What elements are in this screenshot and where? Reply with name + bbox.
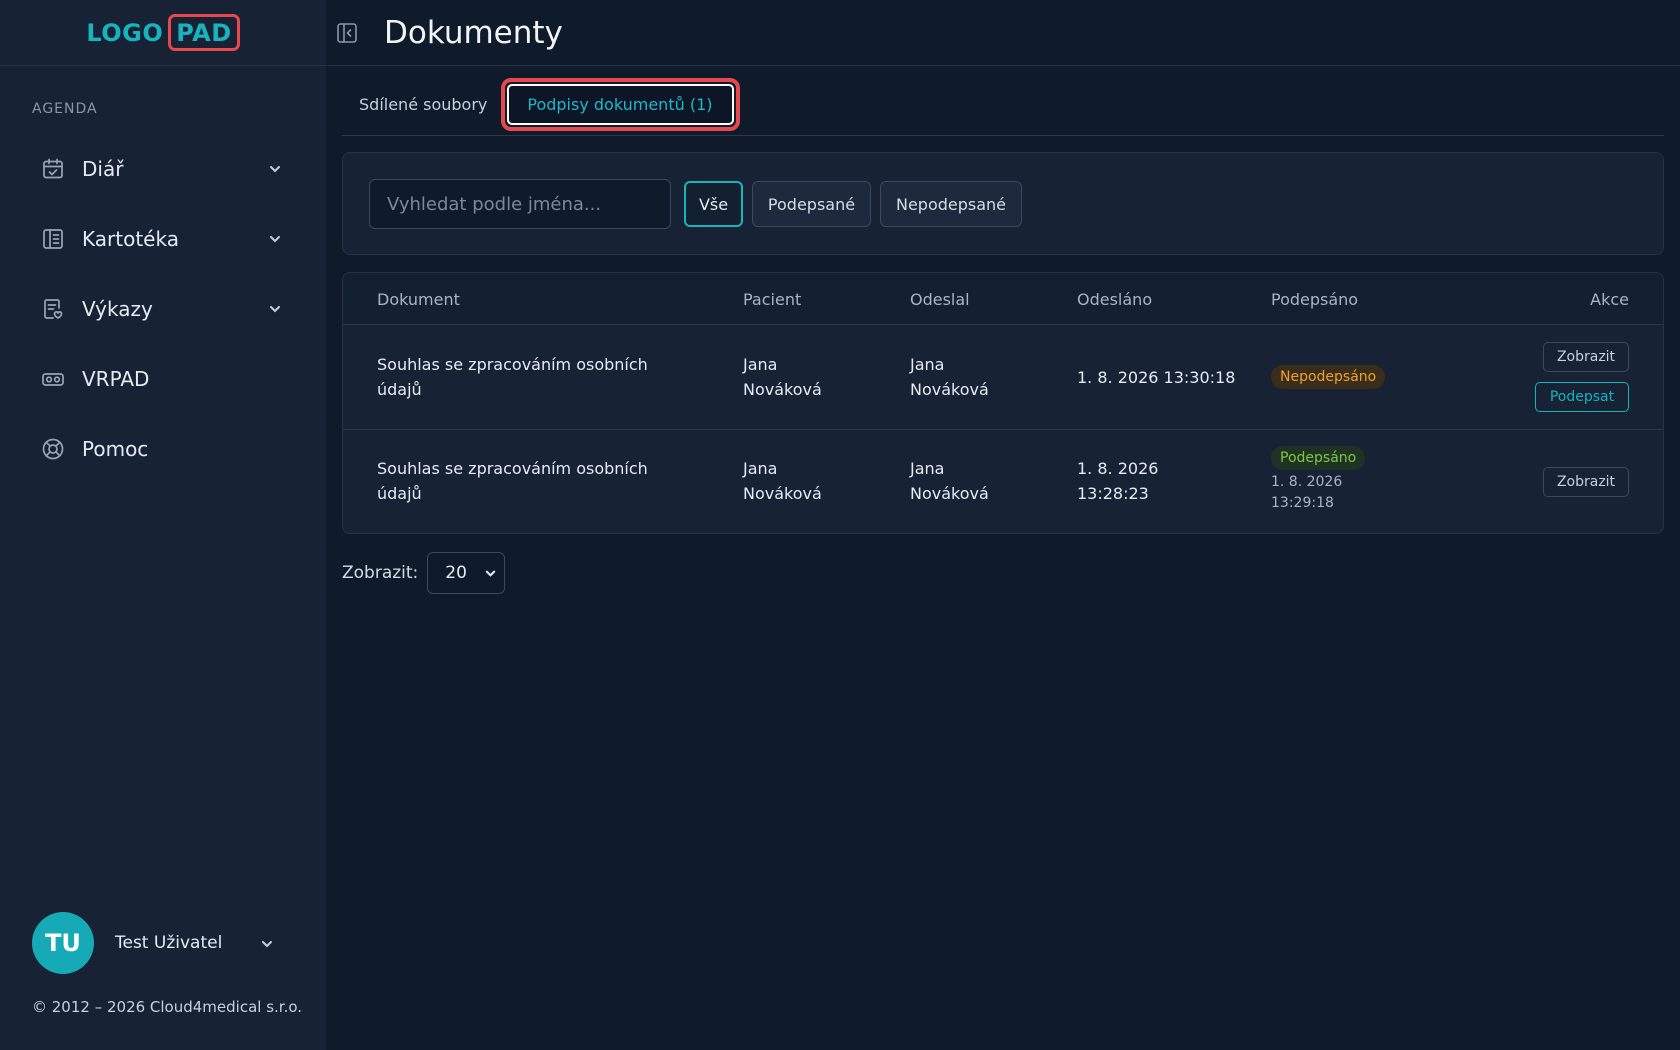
column-header-sent: Odesláno <box>1077 290 1153 309</box>
document-name: Souhlas se zpracováním osobních údajů <box>377 355 648 399</box>
view-button[interactable]: Zobrazit <box>1543 467 1629 497</box>
table-header: Dokument Pacient Odeslal Odesláno Podeps… <box>343 273 1663 325</box>
copyright-text: © 2012 – 2026 Cloud4medical s.r.o. <box>32 998 303 1016</box>
column-header-sender: Odeslal <box>910 290 970 309</box>
sidebar-item-label: Diář <box>82 157 124 181</box>
logo-text-left: LOGO <box>86 18 164 47</box>
calendar-icon <box>40 156 66 182</box>
vr-headset-icon <box>40 366 66 392</box>
sign-button[interactable]: Podepsat <box>1535 382 1629 412</box>
logo[interactable]: LOGO PAD <box>86 14 240 51</box>
section-label-agenda: AGENDA <box>32 101 98 117</box>
sender-name: Jana Nováková <box>910 459 989 503</box>
page-title: Dokumenty <box>384 14 563 51</box>
sidebar-item-label: VRPAD <box>82 367 150 391</box>
filter-panel: Vše Podepsané Nepodepsané <box>342 152 1664 255</box>
document-name: Souhlas se zpracováním osobních údajů <box>377 459 648 503</box>
status-badge: Nepodepsáno <box>1271 365 1386 389</box>
tab-document-signatures[interactable]: Podpisy dokumentů (1) <box>507 84 735 125</box>
page-size-select[interactable]: 20 <box>427 552 506 594</box>
chevron-down-icon <box>270 166 280 173</box>
column-header-signed: Podepsáno <box>1271 290 1359 309</box>
lifebuoy-icon <box>40 436 66 462</box>
sent-date: 1. 8. 2026 13:30:18 <box>1077 368 1236 387</box>
chevron-down-icon <box>262 941 272 948</box>
collapse-sidebar-icon[interactable] <box>336 22 358 44</box>
view-button[interactable]: Zobrazit <box>1543 342 1629 372</box>
page-header: Dokumenty <box>326 0 1680 66</box>
status-badge: Podepsáno <box>1271 446 1366 470</box>
patient-name: Jana Nováková <box>743 459 822 503</box>
tab-highlight: Podpisy dokumentů (1) <box>501 78 741 131</box>
tab-shared-files[interactable]: Sdílené soubory <box>359 95 487 114</box>
table-row: Souhlas se zpracováním osobních údajů Ja… <box>343 430 1663 533</box>
column-header-patient: Pacient <box>743 290 802 309</box>
column-header-document: Dokument <box>377 290 460 309</box>
sidebar-item-label: Výkazy <box>82 297 153 321</box>
user-menu[interactable]: TU Test Uživatel <box>32 912 272 974</box>
sidebar-item-vrpad[interactable]: VRPAD <box>0 344 326 414</box>
documents-table: Dokument Pacient Odeslal Odesláno Podeps… <box>342 272 1664 534</box>
sidebar: LOGO PAD AGENDA Diář Kartotéka Výkazy VR… <box>0 0 326 1050</box>
sidebar-item-label: Kartotéka <box>82 227 179 251</box>
sent-date: 1. 8. 2026 13:28:23 <box>1077 459 1159 503</box>
chevron-down-icon <box>270 236 280 243</box>
page-size-control: Zobrazit: 20 <box>342 552 506 594</box>
user-name: Test Uživatel <box>115 933 223 953</box>
filter-unsigned-button[interactable]: Nepodepsané <box>880 181 1022 227</box>
logo-text-right: PAD <box>168 14 240 51</box>
sidebar-item-kartoteka[interactable]: Kartotéka <box>0 204 326 274</box>
logo-area: LOGO PAD <box>0 0 326 66</box>
signed-date: 1. 8. 2026 13:29:18 <box>1271 474 1343 511</box>
filter-all-button[interactable]: Vše <box>684 181 743 227</box>
tab-bar: Sdílené soubory Podpisy dokumentů (1) <box>342 74 1664 136</box>
avatar: TU <box>32 912 94 974</box>
card-file-icon <box>40 226 66 252</box>
page-size-value: 20 <box>445 563 467 583</box>
column-header-actions: Akce <box>1590 290 1629 309</box>
sidebar-item-pomoc[interactable]: Pomoc <box>0 414 326 484</box>
sidebar-nav: Diář Kartotéka Výkazy VRPAD Pomoc <box>0 134 326 484</box>
chevron-down-icon <box>486 570 496 577</box>
table-row: Souhlas se zpracováním osobních údajů Ja… <box>343 325 1663 430</box>
chevron-down-icon <box>270 306 280 313</box>
search-input[interactable] <box>369 179 671 229</box>
sidebar-item-vykazy[interactable]: Výkazy <box>0 274 326 344</box>
report-icon <box>40 296 66 322</box>
filter-signed-button[interactable]: Podepsané <box>752 181 871 227</box>
page-size-label: Zobrazit: <box>342 563 419 583</box>
sender-name: Jana Nováková <box>910 355 989 399</box>
sidebar-item-diar[interactable]: Diář <box>0 134 326 204</box>
sidebar-item-label: Pomoc <box>82 437 149 461</box>
patient-name: Jana Nováková <box>743 355 822 399</box>
